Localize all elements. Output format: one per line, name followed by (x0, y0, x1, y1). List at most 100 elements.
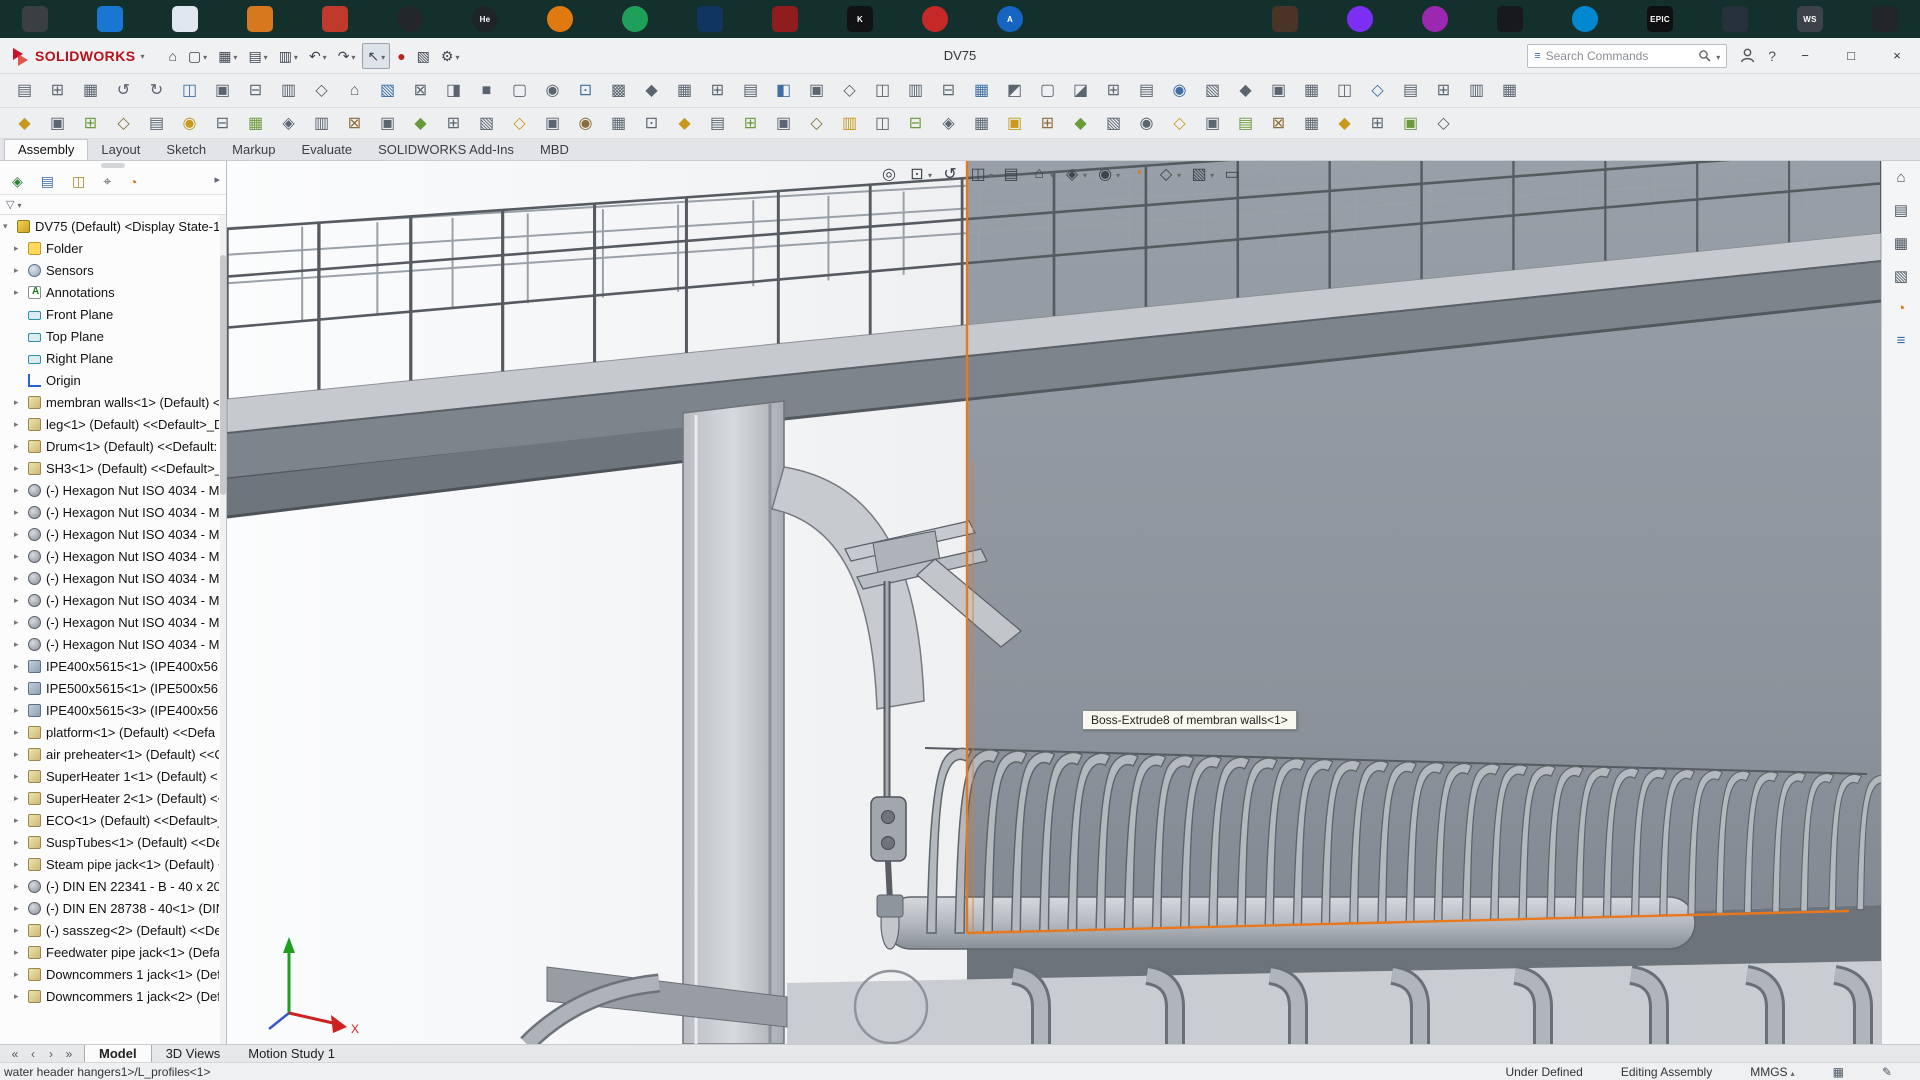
tree-scrollbar[interactable] (220, 215, 226, 1044)
view-palette-icon[interactable]: ▧ (1894, 267, 1908, 285)
tab-solidworks-add-ins[interactable]: SOLIDWORKS Add-Ins (365, 140, 527, 160)
tool-icon[interactable]: ▥ (833, 108, 866, 139)
app-green-icon[interactable] (622, 6, 648, 32)
tool-icon[interactable]: ◉ (1163, 74, 1196, 108)
tool-icon[interactable]: ⊡ (569, 74, 602, 108)
design-library-icon[interactable]: ▤ (1894, 201, 1908, 219)
tool-icon[interactable]: ⊞ (74, 108, 107, 139)
app-dark-3-icon[interactable] (1872, 6, 1898, 32)
app-gear-icon[interactable] (247, 6, 273, 32)
tool-icon[interactable]: ▦ (1295, 108, 1328, 139)
custom-properties-icon[interactable]: ≡ (1897, 332, 1906, 349)
redo-caret-icon[interactable] (351, 47, 355, 65)
zoom-area-button[interactable]: ⊡ (907, 164, 932, 184)
tree-item[interactable]: ▸Feedwater pipe jack<1> (Defau (0, 941, 219, 963)
tool-icon[interactable]: ▣ (536, 108, 569, 139)
tool-icon[interactable]: ▧ (1196, 74, 1229, 108)
tree-item[interactable]: ▸(-) Hexagon Nut ISO 4034 - M3 (0, 611, 219, 633)
panel-expand-chevron[interactable]: ▸ (214, 173, 220, 186)
tree-item[interactable]: ▸Steam pipe jack<1> (Default) < (0, 853, 219, 875)
tree-item[interactable]: ▾DV75 (Default) <Display State-1> (0, 215, 219, 237)
close-button[interactable]: × (1880, 48, 1914, 63)
tool-icon[interactable]: ⊞ (1097, 74, 1130, 108)
header-cylinder[interactable] (885, 897, 1695, 949)
tool-icon[interactable]: ▩ (602, 74, 635, 108)
tool-icon[interactable]: ▢ (503, 74, 536, 108)
app-epic-icon[interactable]: EPIC (1647, 6, 1673, 32)
app-orange-icon[interactable] (547, 6, 573, 32)
tree-item[interactable]: ▸(-) Hexagon Nut ISO 4034 - M3 (0, 589, 219, 611)
view-orientation-caret-icon[interactable] (1050, 165, 1054, 183)
app-precision-icon[interactable] (697, 6, 723, 32)
apply-scene-button[interactable]: ◇ (1156, 164, 1181, 184)
expand-arrow-icon[interactable]: ▸ (14, 749, 27, 760)
new-document-button[interactable]: ▢ (184, 44, 211, 68)
tool-icon[interactable]: ⊠ (338, 108, 371, 139)
tool-icon[interactable]: ▦ (965, 74, 998, 108)
tool-icon[interactable]: ◆ (1064, 108, 1097, 139)
tool-icon[interactable]: ◇ (833, 74, 866, 108)
save-caret-icon[interactable] (264, 47, 268, 65)
tool-icon[interactable]: ▦ (74, 74, 107, 108)
expand-arrow-icon[interactable]: ▸ (14, 397, 27, 408)
xpert-button[interactable]: ● (393, 46, 409, 66)
tool-icon[interactable]: ▣ (767, 108, 800, 139)
status-edit-icon[interactable]: ✎ (1882, 1065, 1892, 1079)
tree-item[interactable]: ▸membran walls<1> (Default) < (0, 391, 219, 413)
expand-arrow-icon[interactable]: ▾ (3, 221, 16, 232)
tree-item[interactable]: ▸(-) sasszeg<2> (Default) <<Det (0, 919, 219, 941)
hide-show-items-button[interactable]: ◉ (1095, 164, 1120, 184)
app-aut-icon[interactable] (772, 6, 798, 32)
tool-icon[interactable]: ▦ (668, 74, 701, 108)
tab-layout[interactable]: Layout (88, 140, 153, 160)
tree-item[interactable]: ▸platform<1> (Default) <<Defa (0, 721, 219, 743)
app-blue-circle-icon[interactable] (1572, 6, 1598, 32)
tool-icon[interactable]: ▢ (1031, 74, 1064, 108)
comment-button[interactable]: ▭ (1222, 164, 1242, 184)
app-ws-icon[interactable]: WS (1797, 6, 1823, 32)
tool-icon[interactable]: ◆ (1328, 108, 1361, 139)
tool-icon[interactable]: ◧ (767, 74, 800, 108)
tool-icon[interactable]: ▣ (998, 108, 1031, 139)
tree-item[interactable]: Right Plane (0, 347, 219, 369)
expand-arrow-icon[interactable]: ▸ (14, 617, 27, 628)
tree-item[interactable]: ▸SuperHeater 2<1> (Default) << (0, 787, 219, 809)
expand-arrow-icon[interactable]: ▸ (14, 595, 27, 606)
tool-icon[interactable]: ⊞ (1361, 108, 1394, 139)
tool-icon[interactable]: ◉ (173, 108, 206, 139)
tab-nav-1[interactable]: ‹ (26, 1047, 40, 1061)
tree-item[interactable]: ▸IPE500x5615<1> (IPE500x5615) (0, 677, 219, 699)
tool-icon[interactable]: ⊟ (206, 108, 239, 139)
tool-icon[interactable]: ◇ (1163, 108, 1196, 139)
apply-scene-caret-icon[interactable] (1177, 165, 1181, 183)
expand-arrow-icon[interactable]: ▸ (14, 529, 27, 540)
report-button[interactable]: ▧ (413, 46, 434, 66)
expand-arrow-icon[interactable]: ▸ (14, 925, 27, 936)
expand-arrow-icon[interactable]: ▸ (14, 859, 27, 870)
tool-icon[interactable]: ▦ (965, 108, 998, 139)
app-pinned-3-icon[interactable] (172, 6, 198, 32)
tree-item[interactable]: ▸IPE400x5615<1> (IPE400x5615) (0, 655, 219, 677)
tree-item[interactable]: ▸(-) Hexagon Nut ISO 4034 - M3 (0, 501, 219, 523)
expand-arrow-icon[interactable]: ▸ (14, 507, 27, 518)
tree-item[interactable]: ▸(-) Hexagon Nut ISO 4034 - M3 (0, 523, 219, 545)
app-swirl-icon[interactable] (322, 6, 348, 32)
tree-item[interactable]: ▸Folder (0, 237, 219, 259)
tab-assembly[interactable]: Assembly (4, 139, 88, 160)
app-k-icon[interactable]: K (847, 6, 873, 32)
tool-icon[interactable]: ◫ (866, 108, 899, 139)
expand-arrow-icon[interactable]: ▸ (14, 573, 27, 584)
expand-arrow-icon[interactable]: ▸ (14, 243, 27, 254)
tool-icon[interactable]: ◉ (1130, 108, 1163, 139)
minimize-button[interactable]: − (1788, 48, 1822, 63)
tool-icon[interactable]: ⊡ (635, 108, 668, 139)
tool-icon[interactable]: ◆ (8, 108, 41, 139)
tool-icon[interactable]: ◈ (932, 108, 965, 139)
tree-item[interactable]: ▸Drum<1> (Default) <<Default: (0, 435, 219, 457)
expand-arrow-icon[interactable]: ▸ (14, 287, 27, 298)
section-view-caret-icon[interactable] (989, 165, 993, 183)
tool-icon[interactable]: ▣ (371, 108, 404, 139)
tool-icon[interactable]: ⊞ (437, 108, 470, 139)
dimxpertmanager-tab-icon[interactable]: ⌖ (103, 173, 111, 190)
tool-icon[interactable]: ▣ (1262, 74, 1295, 108)
